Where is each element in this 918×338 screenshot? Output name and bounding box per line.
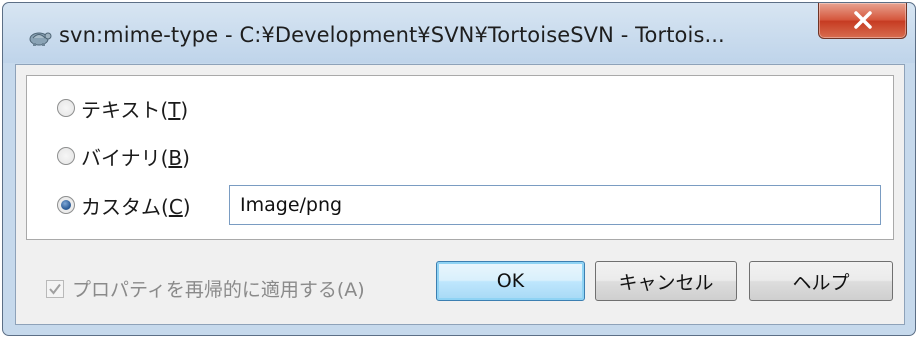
dialog-client-area: テキスト(T) バイナリ(B) カスタム(C) Image/png プロパティを… [15,64,905,325]
close-button[interactable] [818,3,907,39]
recursive-label: プロパティを再帰的に適用する(A) [72,279,365,301]
mime-type-options-panel: テキスト(T) バイナリ(B) カスタム(C) Image/png [26,75,894,240]
recursive-checkbox [46,279,64,298]
recursive-option: プロパティを再帰的に適用する(A) [46,275,365,302]
radio-custom[interactable] [57,196,75,214]
help-button[interactable]: ヘルプ [749,261,893,301]
radio-custom-option[interactable]: カスタム(C) [57,191,191,219]
radio-custom-label: カスタム(C) [81,194,191,219]
radio-text[interactable] [57,99,75,117]
radio-binary-option[interactable]: バイナリ(B) [57,142,190,170]
check-icon [49,283,61,295]
ok-button[interactable]: OK [436,261,585,301]
radio-binary-label: バイナリ(B) [81,145,190,170]
custom-mime-type-input[interactable]: Image/png [229,185,881,225]
window-title: svn:mime-type - C:¥Development¥SVN¥Torto… [59,23,725,47]
radio-binary[interactable] [57,147,75,165]
tortoise-icon [27,27,53,47]
title-bar[interactable]: svn:mime-type - C:¥Development¥SVN¥Torto… [3,3,915,63]
radio-text-label: テキスト(T) [81,97,189,122]
dialog-window: svn:mime-type - C:¥Development¥SVN¥Torto… [2,2,916,336]
radio-text-option[interactable]: テキスト(T) [57,94,188,122]
cancel-button[interactable]: キャンセル [595,261,737,301]
close-icon [854,11,872,29]
